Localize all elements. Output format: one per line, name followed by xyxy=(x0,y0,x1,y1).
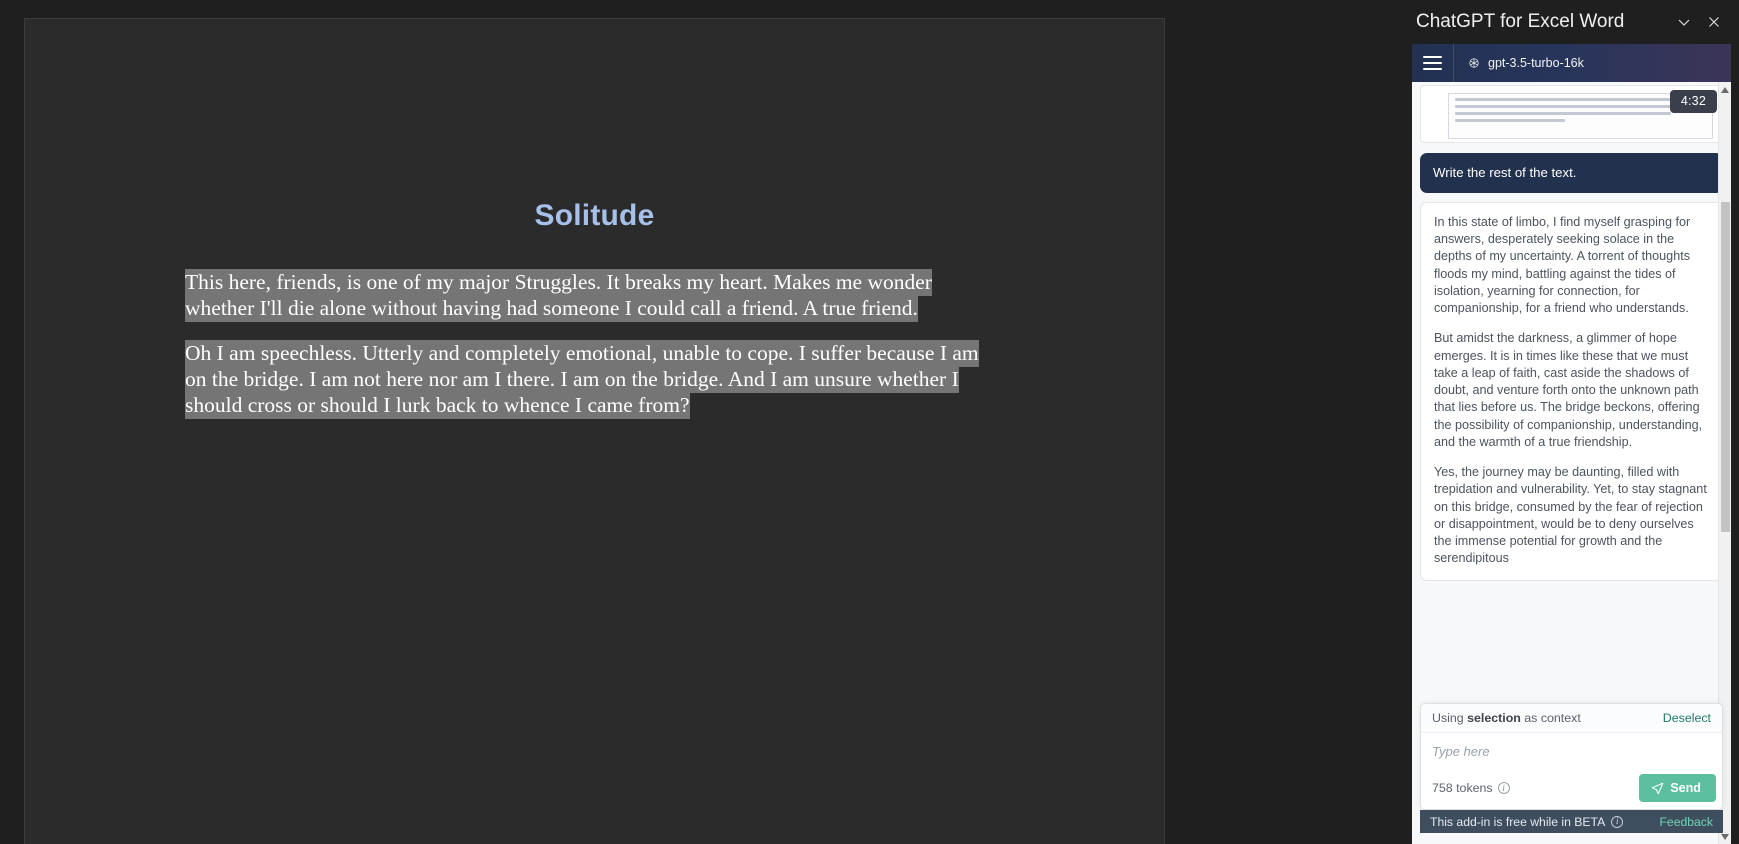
token-counter: 758 tokens i xyxy=(1432,781,1510,795)
deselect-button[interactable]: Deselect xyxy=(1663,711,1711,725)
model-name-label: gpt-3.5-turbo-16k xyxy=(1488,56,1584,70)
model-bar: gpt-3.5-turbo-16k xyxy=(1412,44,1731,82)
selected-text: This here, friends, is one of my major S… xyxy=(185,269,932,322)
close-icon[interactable] xyxy=(1699,7,1729,37)
chatgpt-taskpane: ChatGPT for Excel Word gpt-3.5-turbo-16k… xyxy=(1404,0,1739,844)
beta-footer-bar: This add-in is free while in BETA i Feed… xyxy=(1420,810,1723,833)
hamburger-icon[interactable] xyxy=(1412,44,1454,82)
taskpane-titlebar: ChatGPT for Excel Word xyxy=(1404,0,1739,44)
openai-logo-icon xyxy=(1469,58,1479,68)
document-body[interactable]: This here, friends, is one of my major S… xyxy=(185,269,1004,419)
model-selector[interactable]: gpt-3.5-turbo-16k xyxy=(1454,56,1584,70)
send-button[interactable]: Send xyxy=(1639,774,1716,802)
assistant-paragraph: In this state of limbo, I find myself gr… xyxy=(1434,214,1691,316)
send-icon xyxy=(1651,782,1664,794)
send-label: Send xyxy=(1670,781,1701,795)
assistant-message-bubble: In this state of limbo, I find myself gr… xyxy=(1420,201,1723,581)
document-canvas: Solitude This here, friends, is one of m… xyxy=(0,0,1404,844)
message-input[interactable]: Type here xyxy=(1421,733,1722,768)
document-paragraph: This here, friends, is one of my major S… xyxy=(185,269,1004,322)
message-timestamp: 4:32 xyxy=(1669,90,1717,113)
composer-footer: 758 tokens i Send xyxy=(1421,768,1722,809)
scrollbar-thumb[interactable] xyxy=(1721,202,1730,532)
taskpane-body: gpt-3.5-turbo-16k 4:32 Write the rest of… xyxy=(1412,44,1731,844)
message-composer: Using selection as context Deselect Type… xyxy=(1420,703,1723,810)
document-content: Solitude This here, friends, is one of m… xyxy=(25,19,1164,419)
feedback-link[interactable]: Feedback xyxy=(1659,815,1713,829)
chevron-down-icon[interactable] xyxy=(1669,7,1699,37)
document-page[interactable]: Solitude This here, friends, is one of m… xyxy=(24,18,1165,844)
word-app-window: Solitude This here, friends, is one of m… xyxy=(0,0,1739,844)
context-prefix: Using xyxy=(1432,711,1468,725)
info-icon[interactable]: i xyxy=(1611,815,1624,828)
token-count-label: 758 tokens xyxy=(1432,781,1493,795)
document-paragraph: Oh I am speechless. Utterly and complete… xyxy=(185,340,1004,419)
context-source: selection xyxy=(1467,711,1521,725)
assistant-paragraph: But amidst the darkness, a glimmer of ho… xyxy=(1434,331,1703,449)
selected-text: Oh I am speechless. Utterly and complete… xyxy=(185,340,979,419)
context-label: Using selection as context xyxy=(1432,711,1581,725)
assistant-paragraph: Yes, the journey may be daunting, filled… xyxy=(1434,465,1707,566)
taskpane-title: ChatGPT for Excel Word xyxy=(1416,11,1625,32)
info-icon[interactable]: i xyxy=(1497,782,1510,794)
context-row: Using selection as context Deselect xyxy=(1421,704,1722,733)
scroll-up-arrow-icon[interactable] xyxy=(1719,82,1731,97)
document-title: Solitude xyxy=(534,199,655,232)
context-suffix: as context xyxy=(1520,711,1581,725)
user-message-bubble: Write the rest of the text. xyxy=(1420,153,1723,193)
beta-text: This add-in is free while in BETA xyxy=(1430,814,1606,829)
user-message-text: Write the rest of the text. xyxy=(1433,165,1577,180)
beta-notice: This add-in is free while in BETA i xyxy=(1430,814,1624,829)
